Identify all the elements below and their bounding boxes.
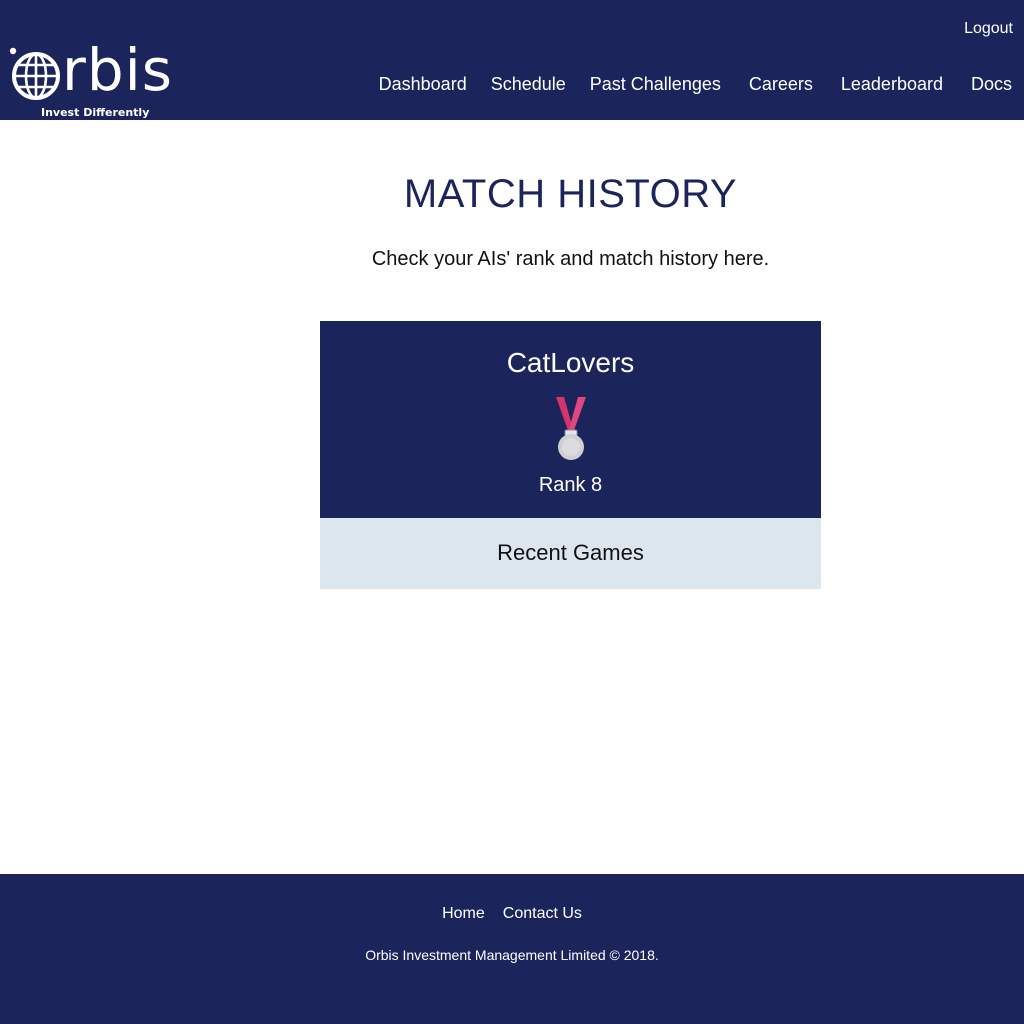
recent-games-panel: Recent Games <box>320 518 821 589</box>
footer-contact-link[interactable]: Contact Us <box>503 905 582 923</box>
logout-link[interactable]: Logout <box>964 20 1013 38</box>
ai-rank-card: CatLovers Rank 8 <box>320 321 821 518</box>
copyright: Orbis Investment Management Limited © 20… <box>365 947 659 963</box>
logo-tagline: Invest Differently <box>41 106 150 119</box>
page-title: MATCH HISTORY <box>403 172 738 216</box>
footer-links: Home Contact Us <box>0 905 1024 923</box>
ai-name: CatLovers <box>506 347 635 378</box>
nav-schedule[interactable]: Schedule <box>491 74 566 95</box>
silver-medal-icon <box>556 397 586 460</box>
logo-wordmark: rbis <box>62 36 173 104</box>
site-footer: Home Contact Us Orbis Investment Managem… <box>0 874 1024 1024</box>
orbis-logo[interactable]: rbis Invest Differently <box>8 40 178 120</box>
nav-careers[interactable]: Careers <box>749 74 813 95</box>
nav-leaderboard[interactable]: Leaderboard <box>841 74 943 95</box>
recent-games-title: Recent Games <box>497 540 644 565</box>
nav-dashboard[interactable]: Dashboard <box>379 74 467 95</box>
nav-past-challenges[interactable]: Past Challenges <box>590 74 721 95</box>
rank-label: Rank 8 <box>538 474 603 496</box>
site-header: rbis Invest Differently Logout Dashboard… <box>0 0 1024 120</box>
page-subtitle: Check your AIs' rank and match history h… <box>371 248 770 270</box>
globe-icon <box>9 47 60 100</box>
footer-home-link[interactable]: Home <box>442 905 485 923</box>
main-nav: Dashboard Schedule Past Challenges Caree… <box>379 74 1012 95</box>
nav-docs[interactable]: Docs <box>971 74 1012 95</box>
